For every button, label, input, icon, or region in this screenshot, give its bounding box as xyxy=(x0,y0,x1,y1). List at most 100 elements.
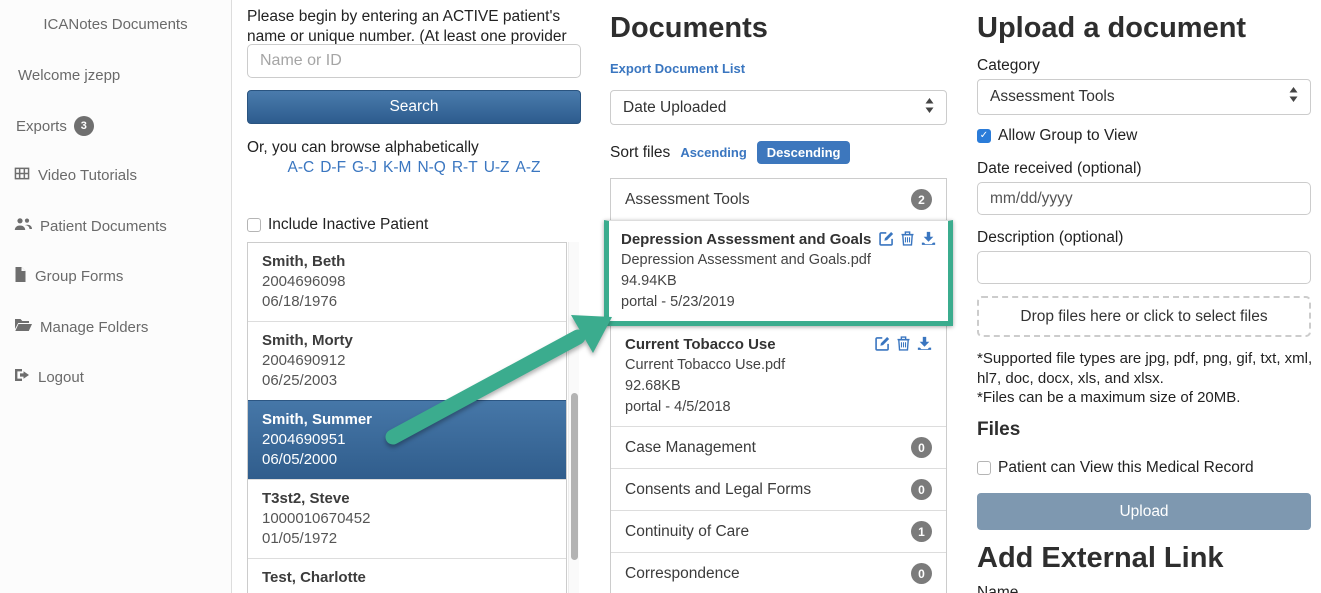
trash-icon[interactable] xyxy=(901,231,914,246)
category-label: Category xyxy=(977,57,1040,75)
description-input[interactable] xyxy=(977,251,1311,284)
document-row[interactable]: Current Tobacco UseCurrent Tobacco Use.p… xyxy=(611,326,946,426)
folder-count-badge: 1 xyxy=(911,521,932,542)
upload-title: Upload a document xyxy=(977,12,1246,45)
sidebar-item-video-tutorials[interactable]: Video Tutorials xyxy=(14,166,167,185)
documents-title: Documents xyxy=(610,12,768,45)
sidebar: ICANotes Documents Welcome jzepp Exports… xyxy=(0,0,232,593)
film-icon xyxy=(14,166,30,185)
search-button[interactable]: Search xyxy=(247,90,581,124)
allow-group-label: Allow Group to View xyxy=(998,127,1137,145)
icanotes-documents-app: ICANotes Documents Welcome jzepp Exports… xyxy=(0,0,1321,593)
alpha-link-k-m[interactable]: K-M xyxy=(383,159,411,176)
document-size: 92.68KB xyxy=(625,376,932,397)
alpha-link-g-j[interactable]: G-J xyxy=(352,159,377,176)
folder-row[interactable]: Case Management 0 xyxy=(611,426,946,468)
category-value: Assessment Tools xyxy=(990,88,1115,106)
include-inactive-row: Include Inactive Patient xyxy=(247,216,428,234)
document-row[interactable]: Depression Assessment and GoalsDepressio… xyxy=(609,221,948,321)
alpha-link-u-z[interactable]: U-Z xyxy=(484,159,510,176)
highlighted-document-box: Depression Assessment and GoalsDepressio… xyxy=(604,220,953,326)
document-meta: portal - 4/5/2018 xyxy=(625,397,932,418)
folder-row[interactable]: Continuity of Care1 xyxy=(611,510,946,552)
download-icon[interactable] xyxy=(917,336,932,351)
patient-name: Test, Charlotte xyxy=(262,568,552,588)
file-dropzone[interactable]: Drop files here or click to select files xyxy=(977,296,1311,337)
patient-name: Smith, Morty xyxy=(262,331,552,351)
patient-list-item[interactable]: Test, Charlotte xyxy=(248,558,566,593)
folder-row[interactable]: Correspondence0 xyxy=(611,552,946,593)
select-stepper-icon xyxy=(1289,87,1298,107)
sidebar-item-group-forms[interactable]: Group Forms xyxy=(14,267,167,286)
sidebar-item-logout[interactable]: Logout xyxy=(14,368,167,386)
document-filename: Depression Assessment and Goals.pdf xyxy=(621,250,936,271)
document-title: Current Tobacco Use xyxy=(625,334,776,355)
patient-list-item[interactable]: Smith, Summer200469095106/05/2000 xyxy=(248,400,566,479)
sidebar-item-exports[interactable]: Exports 3 xyxy=(16,116,94,136)
patient-list-scrollbar[interactable] xyxy=(568,242,579,593)
include-inactive-checkbox[interactable] xyxy=(247,218,261,232)
patient-list: Smith, Beth200469609806/18/1976Smith, Mo… xyxy=(247,242,567,593)
alpha-link-n-q[interactable]: N-Q xyxy=(417,159,445,176)
category-select[interactable]: Assessment Tools xyxy=(977,79,1311,115)
edit-icon[interactable] xyxy=(879,231,894,246)
sidebar-item-label: Manage Folders xyxy=(40,319,148,336)
patient-view-checkbox[interactable] xyxy=(977,461,991,475)
sort-by-select[interactable]: Date Uploaded xyxy=(610,90,947,125)
app-title: ICANotes Documents xyxy=(0,16,231,33)
folder-count-badge: 0 xyxy=(911,437,932,458)
patient-dob: 06/18/1976 xyxy=(262,292,552,312)
sidebar-nav: Video Tutorials Patient Documents Group Fo… xyxy=(14,166,167,386)
sort-files-row: Sort files Ascending Descending xyxy=(610,141,850,164)
files-heading: Files xyxy=(977,419,1020,441)
trash-icon[interactable] xyxy=(897,336,910,351)
patient-list-item[interactable]: Smith, Beth200469609806/18/1976 xyxy=(248,243,566,321)
alpha-link-a-c[interactable]: A-C xyxy=(288,159,315,176)
patient-dob: 01/05/1972 xyxy=(262,529,552,549)
edit-icon[interactable] xyxy=(875,336,890,351)
folder-label: Case Management xyxy=(625,439,756,457)
file-icon xyxy=(14,267,27,286)
allow-group-checkbox[interactable] xyxy=(977,129,991,143)
patient-name: Smith, Summer xyxy=(262,410,552,430)
alpha-link-a-z[interactable]: A-Z xyxy=(516,159,541,176)
patient-list-item[interactable]: T3st2, Steve100001067045201/05/1972 xyxy=(248,479,566,558)
folder-count-badge: 2 xyxy=(911,189,932,210)
alpha-link-r-t[interactable]: R-T xyxy=(452,159,478,176)
users-icon xyxy=(14,217,32,235)
document-folder-list: Assessment Tools2Depression Assessment a… xyxy=(610,178,947,593)
sort-descending-badge[interactable]: Descending xyxy=(757,141,851,164)
folder-row[interactable]: Assessment Tools2 xyxy=(611,179,946,220)
folder-label: Consents and Legal Forms xyxy=(625,481,811,499)
select-stepper-icon xyxy=(925,98,934,118)
folder-count-badge: 0 xyxy=(911,563,932,584)
patient-id: 2004690951 xyxy=(262,430,552,450)
welcome-text: Welcome jzepp xyxy=(18,67,120,84)
patient-id: 2004696098 xyxy=(262,272,552,292)
download-icon[interactable] xyxy=(921,231,936,246)
patient-list-item[interactable]: Smith, Morty200469091206/25/2003 xyxy=(248,321,566,400)
patient-dob: 06/25/2003 xyxy=(262,371,552,391)
sidebar-item-manage-folders[interactable]: Manage Folders xyxy=(14,318,167,336)
date-received-input[interactable] xyxy=(977,182,1311,215)
folder-row[interactable]: Consents and Legal Forms 0 xyxy=(611,468,946,510)
alphabet-links: A-C D-F G-J K-M N-Q R-T U-Z A-Z xyxy=(247,159,581,177)
document-size: 94.94KB xyxy=(621,271,936,292)
upload-button[interactable]: Upload xyxy=(977,493,1311,530)
patient-id: 2004690912 xyxy=(262,351,552,371)
search-input[interactable] xyxy=(247,44,581,78)
scrollbar-thumb[interactable] xyxy=(571,393,578,560)
alpha-link-d-f[interactable]: D-F xyxy=(320,159,346,176)
document-meta: portal - 5/23/2019 xyxy=(621,292,936,313)
sidebar-item-patient-documents[interactable]: Patient Documents xyxy=(14,217,167,235)
exports-label: Exports xyxy=(16,118,67,135)
patient-view-row: Patient can View this Medical Record xyxy=(977,459,1254,477)
document-filename: Current Tobacco Use.pdf xyxy=(625,355,932,376)
sort-ascending-link[interactable]: Ascending xyxy=(680,145,746,160)
patient-name: Smith, Beth xyxy=(262,252,552,272)
export-document-list-link[interactable]: Export Document List xyxy=(610,61,745,76)
browse-label: Or, you can browse alphabetically xyxy=(247,139,479,157)
external-link-name-label: Name xyxy=(977,584,1018,593)
folder-count-badge: 0 xyxy=(911,479,932,500)
patient-id: 1000010670452 xyxy=(262,509,552,529)
